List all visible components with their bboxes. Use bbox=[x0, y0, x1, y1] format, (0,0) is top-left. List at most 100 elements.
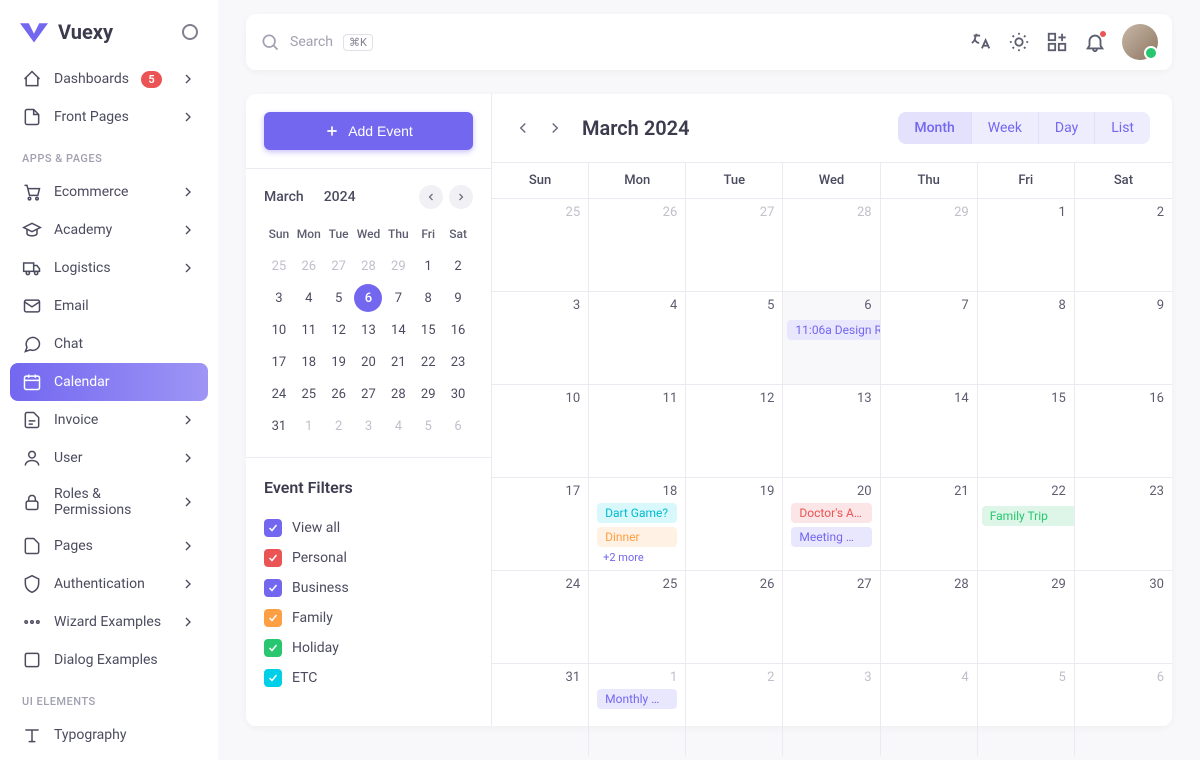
calendar-cell[interactable]: 22Family Trip bbox=[978, 478, 1075, 570]
calendar-cell[interactable]: 31 bbox=[492, 664, 589, 756]
calendar-cell[interactable]: 30 bbox=[1075, 571, 1172, 663]
mini-day[interactable]: 31 bbox=[265, 412, 293, 440]
calendar-cell[interactable]: 6 bbox=[1075, 664, 1172, 756]
calendar-cell[interactable]: 611:06a Design Review bbox=[783, 292, 880, 384]
more-events-link[interactable]: +2 more bbox=[597, 551, 677, 564]
mini-day[interactable]: 27 bbox=[354, 380, 382, 408]
language-icon[interactable] bbox=[970, 31, 992, 53]
calendar-cell[interactable]: 4 bbox=[589, 292, 686, 384]
mini-day[interactable]: 18 bbox=[295, 348, 323, 376]
mini-day[interactable]: 15 bbox=[414, 316, 442, 344]
notifications-icon[interactable] bbox=[1084, 31, 1106, 53]
calendar-cell[interactable]: 29 bbox=[881, 199, 978, 291]
mini-day[interactable]: 22 bbox=[414, 348, 442, 376]
mini-day[interactable]: 25 bbox=[265, 252, 293, 280]
calendar-cell[interactable]: 28 bbox=[881, 571, 978, 663]
nav-item-academy[interactable]: Academy bbox=[10, 211, 208, 249]
nav-item-logistics[interactable]: Logistics bbox=[10, 249, 208, 287]
view-week[interactable]: Week bbox=[972, 112, 1039, 144]
nav-item-front-pages[interactable]: Front Pages bbox=[10, 98, 208, 136]
calendar-cell[interactable]: 28 bbox=[783, 199, 880, 291]
calendar-event[interactable]: Family Trip bbox=[982, 506, 1075, 526]
calendar-event[interactable]: Meeting With Client bbox=[791, 527, 871, 547]
mini-day[interactable]: 1 bbox=[295, 412, 323, 440]
calendar-cell[interactable]: 19 bbox=[686, 478, 783, 570]
theme-toggle-icon[interactable] bbox=[1008, 31, 1030, 53]
nav-item-dialog-examples[interactable]: Dialog Examples bbox=[10, 641, 208, 679]
calendar-cell[interactable]: 17 bbox=[492, 478, 589, 570]
calendar-cell[interactable]: 1Monthly Meeting bbox=[589, 664, 686, 756]
cal-prev-button[interactable] bbox=[514, 119, 532, 137]
mini-day[interactable]: 21 bbox=[384, 348, 412, 376]
mini-day[interactable]: 14 bbox=[384, 316, 412, 344]
calendar-cell[interactable]: 25 bbox=[492, 199, 589, 291]
mini-day[interactable]: 28 bbox=[384, 380, 412, 408]
add-event-button[interactable]: Add Event bbox=[264, 112, 473, 150]
mini-day[interactable]: 24 bbox=[265, 380, 293, 408]
calendar-cell[interactable]: 15 bbox=[978, 385, 1075, 477]
mini-day[interactable]: 3 bbox=[265, 284, 293, 312]
apps-icon[interactable] bbox=[1046, 31, 1068, 53]
calendar-event[interactable]: Dinner bbox=[597, 527, 677, 547]
mini-day[interactable]: 29 bbox=[414, 380, 442, 408]
mini-day[interactable]: 20 bbox=[354, 348, 382, 376]
mini-day[interactable]: 16 bbox=[444, 316, 472, 344]
mini-day[interactable]: 1 bbox=[414, 252, 442, 280]
calendar-cell[interactable]: 20Doctor's AppointmentMeeting With Clien… bbox=[783, 478, 880, 570]
mini-day[interactable]: 30 bbox=[444, 380, 472, 408]
nav-item-user[interactable]: User bbox=[10, 439, 208, 477]
nav-item-icons[interactable]: Icons bbox=[10, 754, 208, 760]
mini-day[interactable]: 26 bbox=[295, 252, 323, 280]
calendar-cell[interactable]: 27 bbox=[783, 571, 880, 663]
sidebar-pin-icon[interactable] bbox=[182, 24, 198, 40]
mini-cal-next[interactable] bbox=[449, 185, 473, 209]
calendar-event[interactable]: Doctor's Appointment bbox=[791, 503, 871, 523]
mini-day[interactable]: 8 bbox=[414, 284, 442, 312]
cal-next-button[interactable] bbox=[546, 119, 564, 137]
mini-day[interactable]: 2 bbox=[444, 252, 472, 280]
mini-day[interactable]: 7 bbox=[384, 284, 412, 312]
nav-item-email[interactable]: Email bbox=[10, 287, 208, 325]
mini-day[interactable]: 12 bbox=[325, 316, 353, 344]
calendar-cell[interactable]: 7 bbox=[881, 292, 978, 384]
calendar-cell[interactable]: 14 bbox=[881, 385, 978, 477]
nav-item-pages[interactable]: Pages bbox=[10, 527, 208, 565]
calendar-cell[interactable]: 8 bbox=[978, 292, 1075, 384]
mini-day[interactable]: 28 bbox=[354, 252, 382, 280]
nav-item-wizard-examples[interactable]: Wizard Examples bbox=[10, 603, 208, 641]
nav-item-dashboards[interactable]: Dashboards5 bbox=[10, 60, 208, 98]
calendar-cell[interactable]: 24 bbox=[492, 571, 589, 663]
mini-day[interactable]: 3 bbox=[354, 412, 382, 440]
calendar-cell[interactable]: 26 bbox=[589, 199, 686, 291]
mini-day[interactable]: 26 bbox=[325, 380, 353, 408]
calendar-cell[interactable]: 4 bbox=[881, 664, 978, 756]
nav-item-roles-permissions[interactable]: Roles & Permissions bbox=[10, 477, 208, 527]
nav-item-calendar[interactable]: Calendar bbox=[10, 363, 208, 401]
mini-day[interactable]: 5 bbox=[414, 412, 442, 440]
calendar-cell[interactable]: 27 bbox=[686, 199, 783, 291]
nav-item-chat[interactable]: Chat bbox=[10, 325, 208, 363]
filter-view-all[interactable]: View all bbox=[264, 513, 473, 543]
mini-day[interactable]: 6 bbox=[354, 284, 382, 312]
filter-business[interactable]: Business bbox=[264, 573, 473, 603]
brand[interactable]: Vuexy bbox=[10, 14, 208, 60]
search-input[interactable]: Search ⌘K bbox=[260, 32, 958, 52]
view-day[interactable]: Day bbox=[1039, 112, 1095, 144]
calendar-cell[interactable]: 5 bbox=[978, 664, 1075, 756]
calendar-cell[interactable]: 1 bbox=[978, 199, 1075, 291]
nav-item-typography[interactable]: Typography bbox=[10, 716, 208, 754]
mini-day[interactable]: 25 bbox=[295, 380, 323, 408]
nav-item-authentication[interactable]: Authentication bbox=[10, 565, 208, 603]
nav-item-invoice[interactable]: Invoice bbox=[10, 401, 208, 439]
calendar-cell[interactable]: 16 bbox=[1075, 385, 1172, 477]
calendar-cell[interactable]: 2 bbox=[1075, 199, 1172, 291]
calendar-cell[interactable]: 9 bbox=[1075, 292, 1172, 384]
mini-day[interactable]: 4 bbox=[295, 284, 323, 312]
view-month[interactable]: Month bbox=[898, 112, 971, 144]
calendar-cell[interactable]: 5 bbox=[686, 292, 783, 384]
avatar[interactable] bbox=[1122, 24, 1158, 60]
calendar-cell[interactable]: 2 bbox=[686, 664, 783, 756]
mini-day[interactable]: 19 bbox=[325, 348, 353, 376]
mini-day[interactable]: 17 bbox=[265, 348, 293, 376]
mini-cal-prev[interactable] bbox=[419, 185, 443, 209]
